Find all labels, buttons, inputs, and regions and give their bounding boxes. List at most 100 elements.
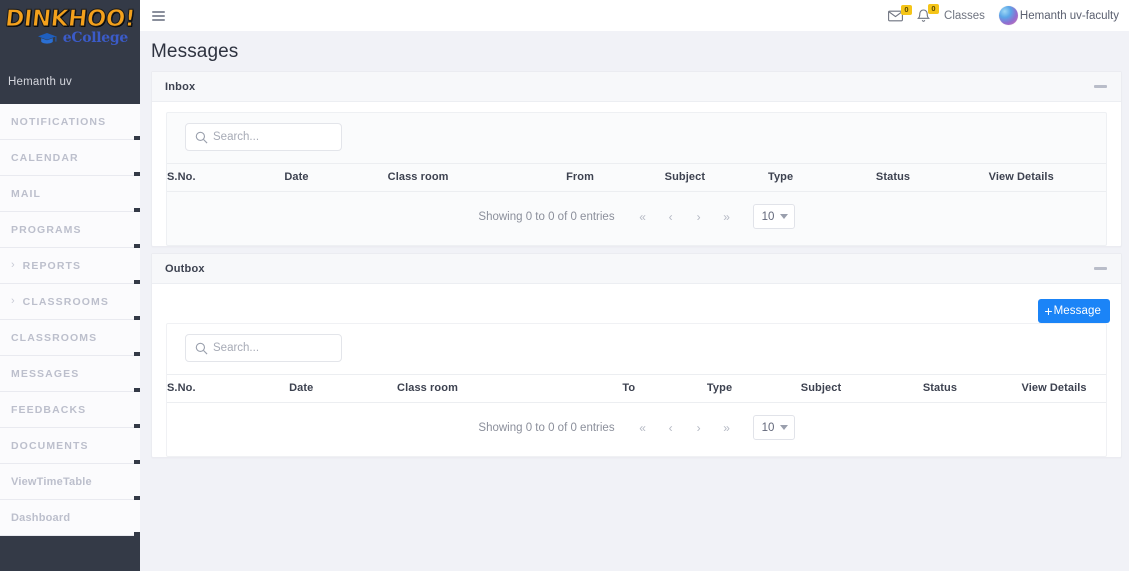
inbox-search-box[interactable] (185, 123, 342, 151)
sidebar-item-dashboard[interactable]: Dashboard (0, 500, 140, 536)
inbox-panel: Inbox Search... S.No. Date Class room Fr… (151, 71, 1122, 247)
sidebar-nav: NOTIFICATIONS CALENDAR MAIL PROGRAMS › REPORT… (0, 104, 140, 536)
sidebar-item-label: MESSAGES (11, 367, 80, 380)
inbox-table-card: S.No.DateClass roomFromSubjectTypeStatus… (166, 112, 1107, 246)
inbox-next-page-button[interactable]: › (685, 210, 713, 224)
outbox-column-header[interactable]: Status (922, 374, 1022, 403)
sidebar-item-classrooms[interactable]: CLASSROOMS (0, 320, 140, 356)
outbox-pagination: Showing 0 to 0 of 0 entries « ‹ › » 10 (167, 403, 1106, 456)
inbox-pagination-info: Showing 0 to 0 of 0 entries (478, 210, 615, 223)
outbox-panel-header: Outbox (152, 254, 1121, 284)
sidebar: DINKHOO! eCollege Hemanth uv NOTIFICATIO… (0, 0, 140, 571)
inbox-column-header[interactable]: S.No. (167, 163, 285, 192)
alerts-badge: 0 (928, 3, 940, 14)
outbox-column-header[interactable]: S.No. (167, 374, 290, 403)
new-message-button-label: Message (1053, 305, 1101, 317)
sidebar-user-name: Hemanth uv (8, 76, 73, 88)
sidebar-item-classrooms[interactable]: › CLASSROOMS (0, 284, 140, 320)
alerts-notification-button[interactable]: 0 (917, 3, 940, 23)
inbox-page-size-value: 10 (761, 210, 775, 223)
page-title: Messages (151, 41, 239, 62)
sidebar-item-label: Dashboard (11, 511, 71, 524)
outbox-page-size-select[interactable]: 10 (752, 415, 795, 440)
inbox-column-header[interactable]: View Details (988, 163, 1106, 192)
inbox-column-header[interactable]: Class room (387, 163, 567, 192)
inbox-pagination: Showing 0 to 0 of 0 entries « ‹ › » 10 (167, 192, 1106, 245)
main-content: Messages Inbox Search... S.No. Date Clas… (140, 31, 1129, 571)
inbox-column-header[interactable]: Type (767, 163, 876, 192)
outbox-last-page-button[interactable]: » (713, 421, 741, 435)
outbox-prev-page-button[interactable]: ‹ (657, 421, 685, 435)
logo-ecollege-text: eCollege (62, 30, 129, 46)
search-icon (195, 131, 208, 144)
inbox-prev-page-button[interactable]: ‹ (657, 210, 685, 224)
outbox-search-input[interactable] (213, 342, 331, 354)
outbox-next-page-button[interactable]: › (685, 421, 713, 435)
inbox-search-row (167, 113, 1106, 163)
sidebar-item-programs[interactable]: PROGRAMS (0, 212, 140, 248)
inbox-column-header[interactable]: Date (284, 163, 388, 192)
sidebar-item-notifications[interactable]: NOTIFICATIONS (0, 104, 140, 140)
inbox-column-header[interactable]: From (566, 163, 665, 192)
sidebar-item-reports[interactable]: › REPORTS (0, 248, 140, 284)
sidebar-item-label: CLASSROOMS (11, 331, 98, 344)
inbox-search-input[interactable] (213, 131, 331, 143)
new-message-button[interactable]: + Message (1038, 299, 1110, 323)
hamburger-icon[interactable] (152, 10, 168, 21)
outbox-search-box[interactable] (185, 334, 342, 362)
user-menu[interactable]: Hemanth uv-faculty (998, 6, 1119, 25)
classes-link[interactable]: Classes (944, 10, 985, 22)
outbox-first-page-button[interactable]: « (629, 421, 657, 435)
inbox-table: S.No. Date Class room From Subject Type Status… (167, 163, 1106, 192)
outbox-column-header[interactable]: Type (706, 374, 801, 403)
chevron-right-icon: › (11, 295, 15, 307)
outbox-table: S.No. Date Class room To Type Subject Status Vi… (167, 374, 1106, 403)
chevron-down-icon (779, 425, 788, 430)
outbox-table-card: S.No.DateClass roomToTypeSubjectStatusVi… (166, 323, 1107, 457)
sidebar-item-viewtimetable[interactable]: ViewTimeTable (0, 464, 140, 500)
outbox-column-header[interactable]: Subject (800, 374, 923, 403)
outbox-column-header[interactable]: To (622, 374, 707, 403)
minus-icon[interactable] (1094, 267, 1107, 270)
sidebar-item-mail[interactable]: MAIL (0, 176, 140, 212)
minus-icon[interactable] (1094, 85, 1107, 88)
outbox-panel-body: + Message Search... S.No. Date Class roo… (152, 284, 1121, 457)
brand-logo[interactable]: DINKHOO! eCollege (0, 0, 140, 70)
topbar-actions: 0 0 Classes Hemanth uv-faculty (888, 3, 1119, 25)
sidebar-item-documents[interactable]: DOCUMENTS (0, 428, 140, 464)
avatar-icon (998, 6, 1018, 25)
sidebar-item-label: FEEDBACKS (11, 403, 87, 416)
outbox-search-row (167, 324, 1106, 374)
inbox-column-header[interactable]: Status (875, 163, 989, 192)
inbox-first-page-button[interactable]: « (629, 210, 657, 224)
outbox-panel-title: Outbox (165, 262, 205, 275)
inbox-page-size-select[interactable]: 10 (752, 204, 795, 229)
outbox-table-header-row: S.No. Date Class room To Type Subject Status Vi… (167, 374, 1106, 403)
sidebar-item-label: CALENDAR (11, 151, 79, 164)
sidebar-item-label: CLASSROOMS (22, 295, 109, 308)
sidebar-item-messages[interactable]: MESSAGES (0, 356, 140, 392)
outbox-pagination-info: Showing 0 to 0 of 0 entries (478, 421, 615, 434)
sidebar-item-label: PROGRAMS (11, 223, 82, 236)
messages-badge: 0 (901, 4, 913, 15)
messages-notification-button[interactable]: 0 (888, 4, 913, 22)
outbox-page-size-value: 10 (761, 421, 775, 434)
user-name-label: Hemanth uv-faculty (1019, 9, 1119, 22)
graduation-cap-icon (37, 32, 57, 50)
sidebar-item-label: DOCUMENTS (11, 439, 89, 452)
inbox-last-page-button[interactable]: » (713, 210, 741, 224)
inbox-panel-body: S.No.DateClass roomFromSubjectTypeStatus… (152, 102, 1121, 246)
sidebar-item-calendar[interactable]: CALENDAR (0, 140, 140, 176)
outbox-column-header[interactable]: Class room (397, 374, 623, 403)
outbox-column-header[interactable]: Date (289, 374, 398, 403)
sidebar-item-label: ViewTimeTable (11, 475, 92, 488)
plus-icon: + (1044, 302, 1053, 319)
inbox-panel-header: Inbox (152, 72, 1121, 102)
inbox-column-header[interactable]: Subject (664, 163, 768, 192)
outbox-column-header[interactable]: View Details (1021, 374, 1106, 403)
sidebar-item-feedbacks[interactable]: FEEDBACKS (0, 392, 140, 428)
chevron-right-icon: › (11, 259, 15, 271)
search-icon (195, 342, 208, 355)
inbox-table-header-row: S.No. Date Class room From Subject Type Status… (167, 163, 1106, 192)
sidebar-item-label: REPORTS (22, 259, 82, 272)
